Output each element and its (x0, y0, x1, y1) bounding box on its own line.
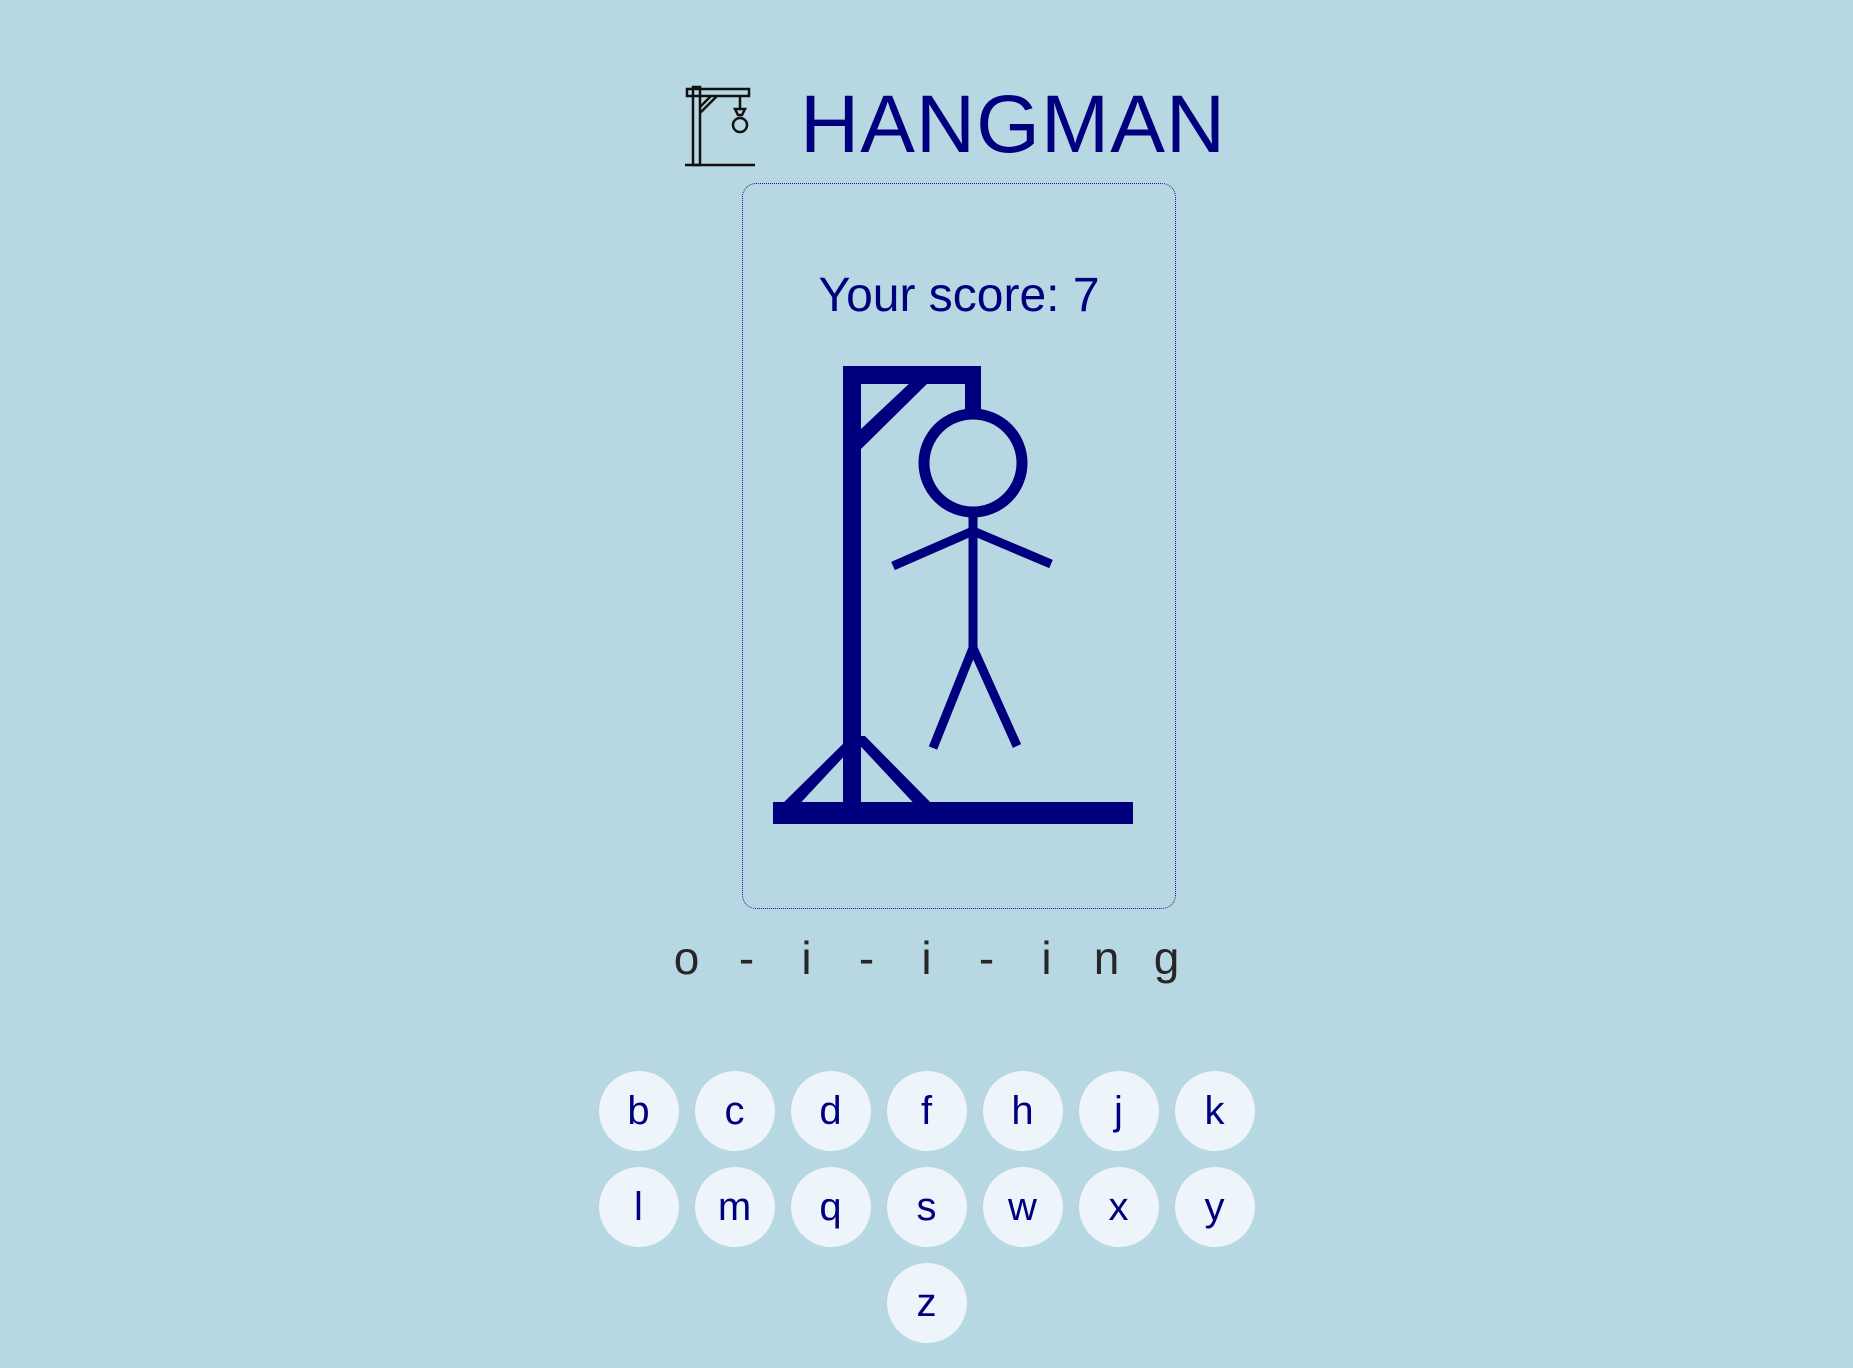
gallows-rope (965, 366, 981, 414)
hangman-left-leg (928, 646, 978, 750)
letter-button-y[interactable]: y (1174, 1167, 1255, 1247)
gallows-post (843, 366, 861, 824)
word-letter: - (858, 932, 875, 984)
word-letter: o (673, 932, 700, 984)
word-letter: i (801, 932, 812, 984)
gallows-right-brace (851, 736, 939, 811)
letter-button-h[interactable]: h (982, 1071, 1063, 1151)
keyboard-row: l m q s w x y (0, 1167, 1853, 1247)
letter-button-k[interactable]: k (1174, 1071, 1255, 1151)
letter-button-j[interactable]: j (1078, 1071, 1159, 1151)
letter-button-d[interactable]: d (790, 1071, 871, 1151)
letter-button-x[interactable]: x (1078, 1167, 1159, 1247)
letter-keyboard: b c d f h j k l m q s w x y z (0, 1071, 1853, 1359)
gallows-top-brace (861, 380, 931, 449)
game-card: Your score: 7 (742, 183, 1176, 909)
keyboard-row: z (0, 1263, 1853, 1343)
letter-button-l[interactable]: l (598, 1167, 679, 1247)
letter-button-m[interactable]: m (694, 1167, 775, 1247)
letter-button-z[interactable]: z (886, 1263, 967, 1343)
letter-button-s[interactable]: s (886, 1167, 967, 1247)
hangman-right-arm (971, 526, 1053, 569)
header: HANGMAN (0, 75, 1853, 175)
word-display: o-i-i-ing (0, 928, 1853, 988)
gallows-base (773, 802, 1133, 824)
keyboard-row: b c d f h j k (0, 1071, 1853, 1151)
word-letter: - (738, 932, 755, 984)
gallows (773, 366, 1133, 824)
score-label: Your score: 7 (818, 269, 1100, 322)
letter-button-b[interactable]: b (598, 1071, 679, 1151)
gallows-icon (685, 85, 755, 167)
word-letter: n (1093, 932, 1120, 984)
word-letter: - (978, 932, 995, 984)
word-letter: i (921, 932, 932, 984)
letter-button-w[interactable]: w (982, 1167, 1063, 1247)
page-title: HANGMAN (800, 79, 1227, 170)
letter-button-c[interactable]: c (694, 1071, 775, 1151)
hangman-right-leg (968, 646, 1022, 748)
hangman-drawing (773, 366, 1133, 824)
word-letter: g (1153, 932, 1180, 984)
hangman-head (918, 408, 1028, 518)
word-letter: i (1041, 932, 1052, 984)
hangman-left-arm (891, 526, 975, 571)
letter-button-f[interactable]: f (886, 1071, 967, 1151)
letter-button-q[interactable]: q (790, 1167, 871, 1247)
